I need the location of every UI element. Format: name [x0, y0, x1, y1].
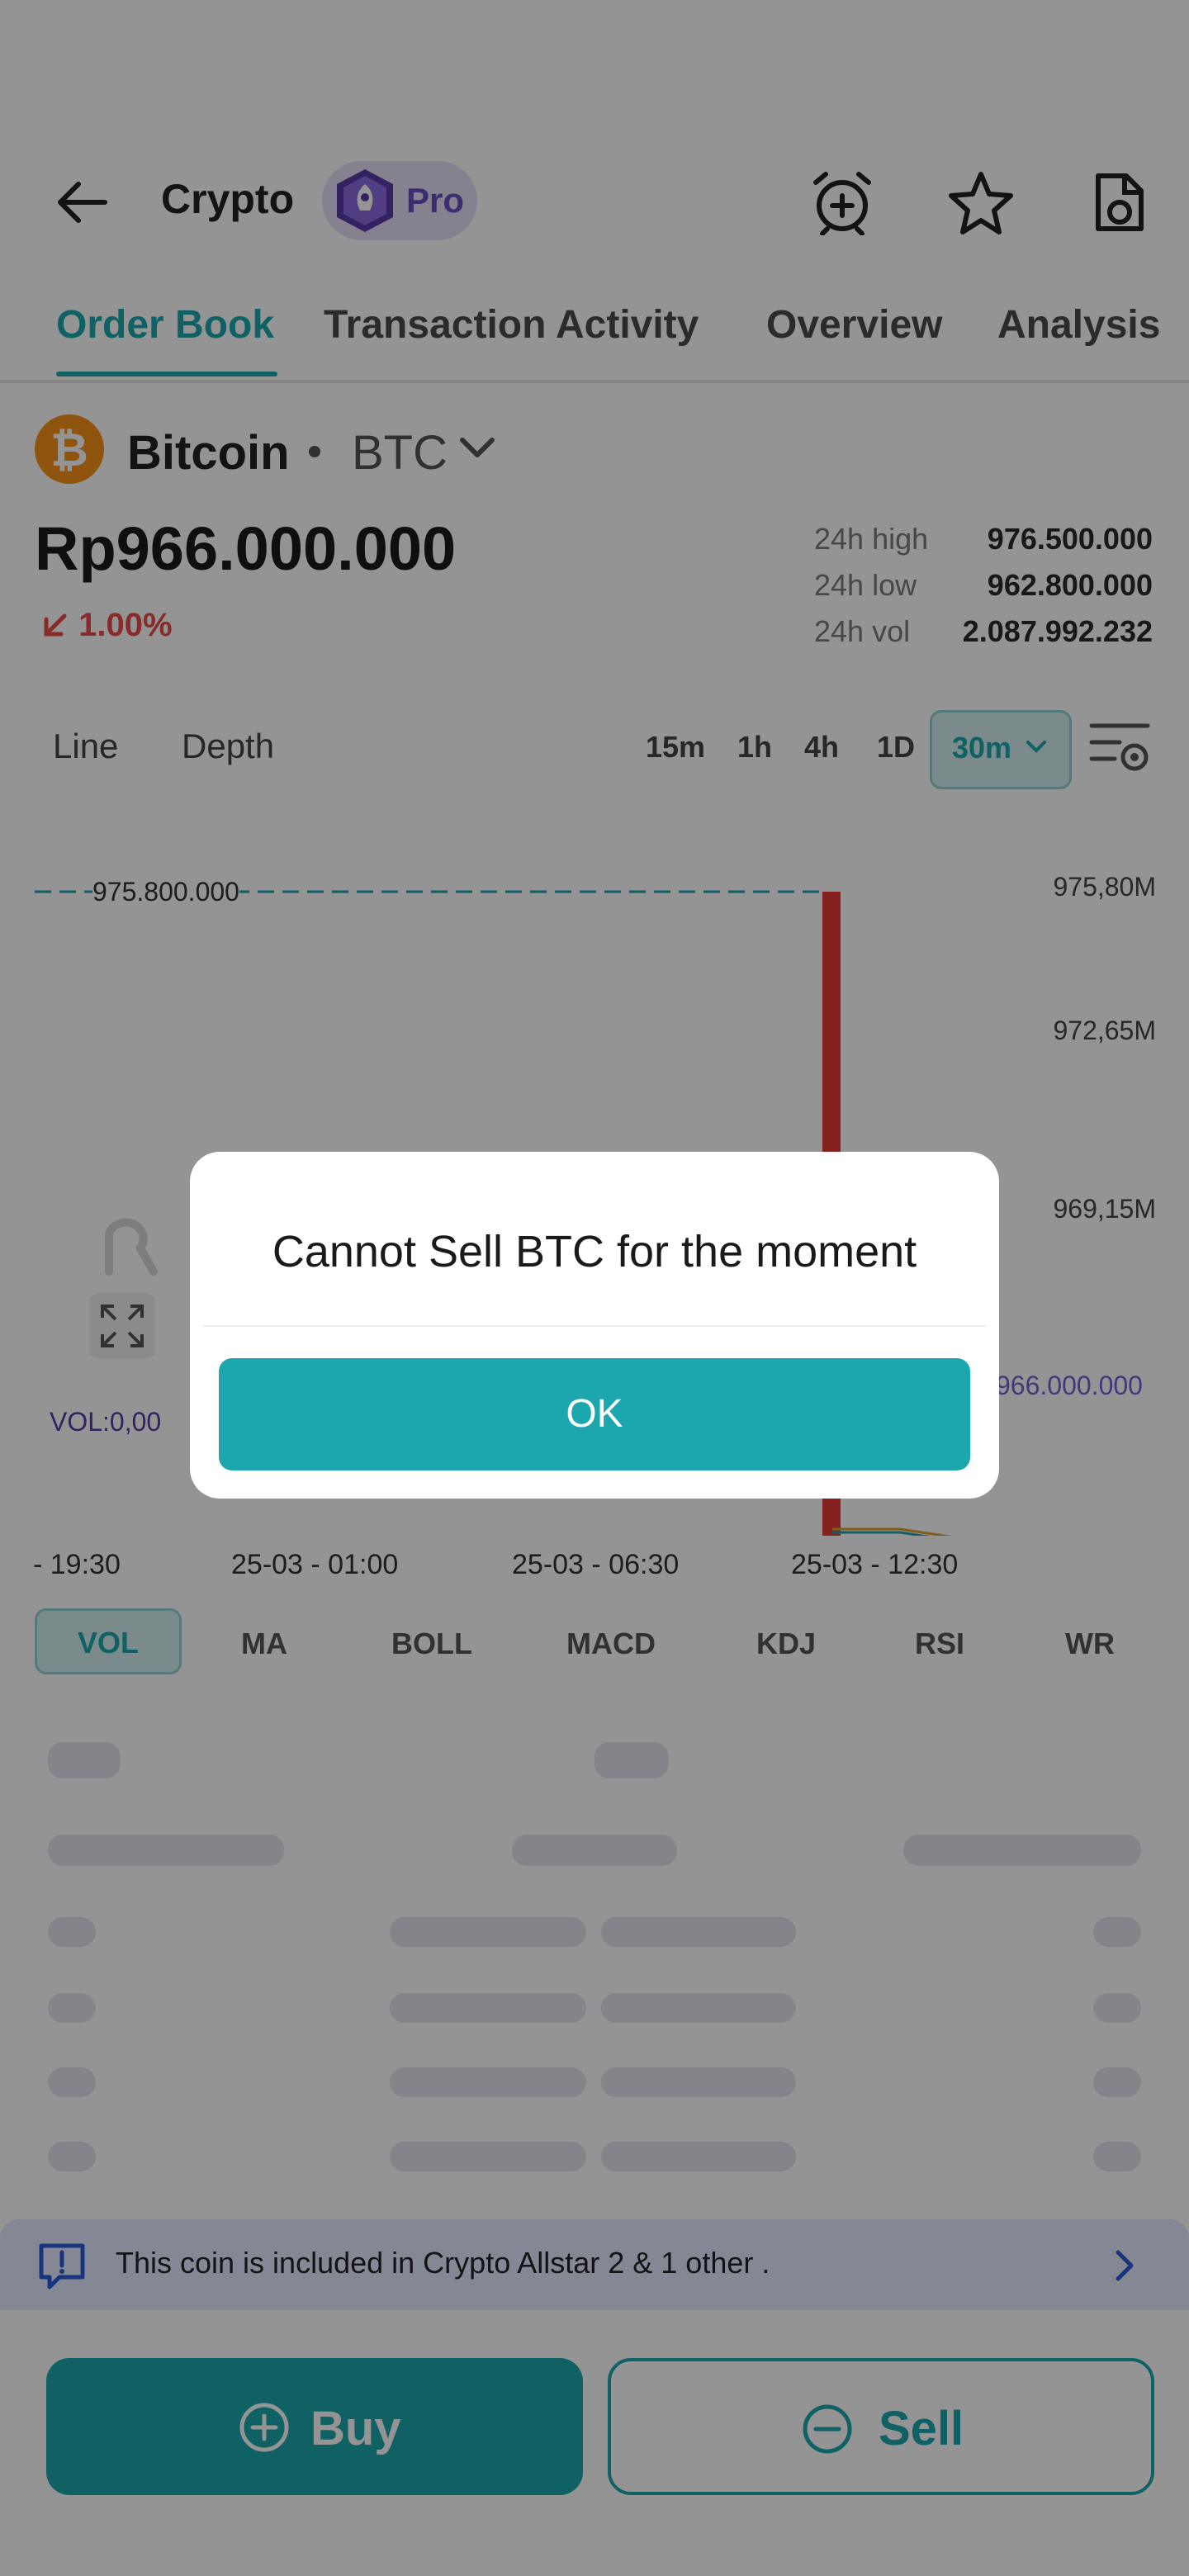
- ok-label: OK: [566, 1392, 623, 1436]
- sell-unavailable-dialog: Cannot Sell BTC for the moment OK: [190, 1152, 999, 1499]
- ok-button[interactable]: OK: [219, 1358, 970, 1470]
- dialog-divider: [203, 1325, 986, 1327]
- dialog-message: Cannot Sell BTC for the moment: [272, 1227, 917, 1276]
